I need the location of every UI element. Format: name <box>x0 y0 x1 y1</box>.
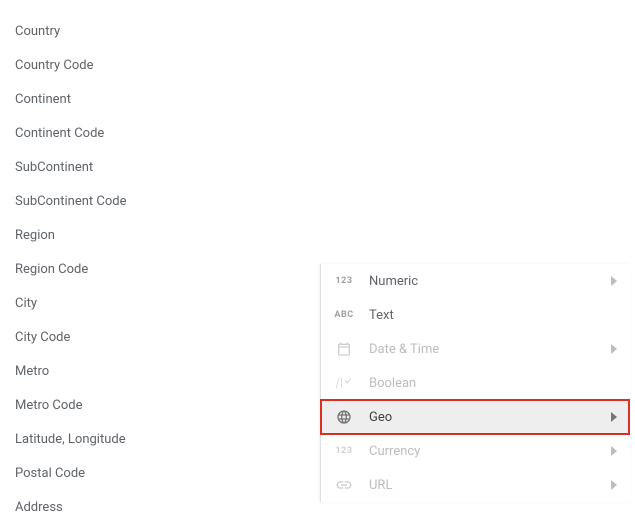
boolean-icon <box>333 374 355 392</box>
geo-subtype-item[interactable]: Region <box>0 219 320 253</box>
calendar-icon <box>333 340 355 358</box>
geo-subtype-item[interactable]: City <box>0 287 320 321</box>
geo-subtype-item[interactable]: Metro Code <box>0 389 320 423</box>
type-item-numeric[interactable]: 123 Numeric <box>321 264 630 298</box>
123-icon: 123 <box>333 272 355 290</box>
geo-subtype-item[interactable]: Continent Code <box>0 117 320 151</box>
type-item-label: Numeric <box>369 274 610 289</box>
data-type-menu: 123 Numeric ABC Text Date & Time Boolean Geo 12… <box>320 264 630 502</box>
geo-subtype-item[interactable]: SubContinent Code <box>0 185 320 219</box>
chevron-right-icon <box>610 447 618 455</box>
link-icon <box>333 476 355 494</box>
geo-subtype-list: CountryCountry CodeContinentContinent Co… <box>0 0 320 525</box>
type-item-boolean[interactable]: Boolean <box>321 366 630 400</box>
type-item-label: Geo <box>369 410 610 425</box>
geo-subtype-item[interactable]: SubContinent <box>0 151 320 185</box>
type-item-label: Text <box>369 308 618 323</box>
type-item-label: Boolean <box>369 376 618 391</box>
geo-subtype-item[interactable]: Region Code <box>0 253 320 287</box>
chevron-right-icon <box>610 277 618 285</box>
type-item-currency[interactable]: 123 Currency <box>321 434 630 468</box>
chevron-right-icon <box>610 413 618 421</box>
chevron-right-icon <box>610 481 618 489</box>
geo-subtype-item[interactable]: Address <box>0 491 320 525</box>
geo-subtype-item[interactable]: Latitude, Longitude <box>0 423 320 457</box>
123-icon: 123 <box>333 442 355 460</box>
type-item-label: URL <box>369 478 610 493</box>
geo-subtype-item[interactable]: Country Code <box>0 49 320 83</box>
ABC-icon: ABC <box>333 306 355 324</box>
chevron-right-icon <box>610 345 618 353</box>
type-item-url[interactable]: URL <box>321 468 630 502</box>
type-item-text[interactable]: ABC Text <box>321 298 630 332</box>
geo-subtype-item[interactable]: Postal Code <box>0 457 320 491</box>
geo-subtype-item[interactable]: Metro <box>0 355 320 389</box>
globe-icon <box>333 408 355 426</box>
geo-subtype-item[interactable]: City Code <box>0 321 320 355</box>
type-item-datetime[interactable]: Date & Time <box>321 332 630 366</box>
geo-subtype-item[interactable]: Country <box>0 15 320 49</box>
type-item-geo[interactable]: Geo <box>321 400 630 434</box>
type-item-label: Currency <box>369 444 610 459</box>
geo-subtype-item[interactable]: Continent <box>0 83 320 117</box>
type-item-label: Date & Time <box>369 342 610 357</box>
